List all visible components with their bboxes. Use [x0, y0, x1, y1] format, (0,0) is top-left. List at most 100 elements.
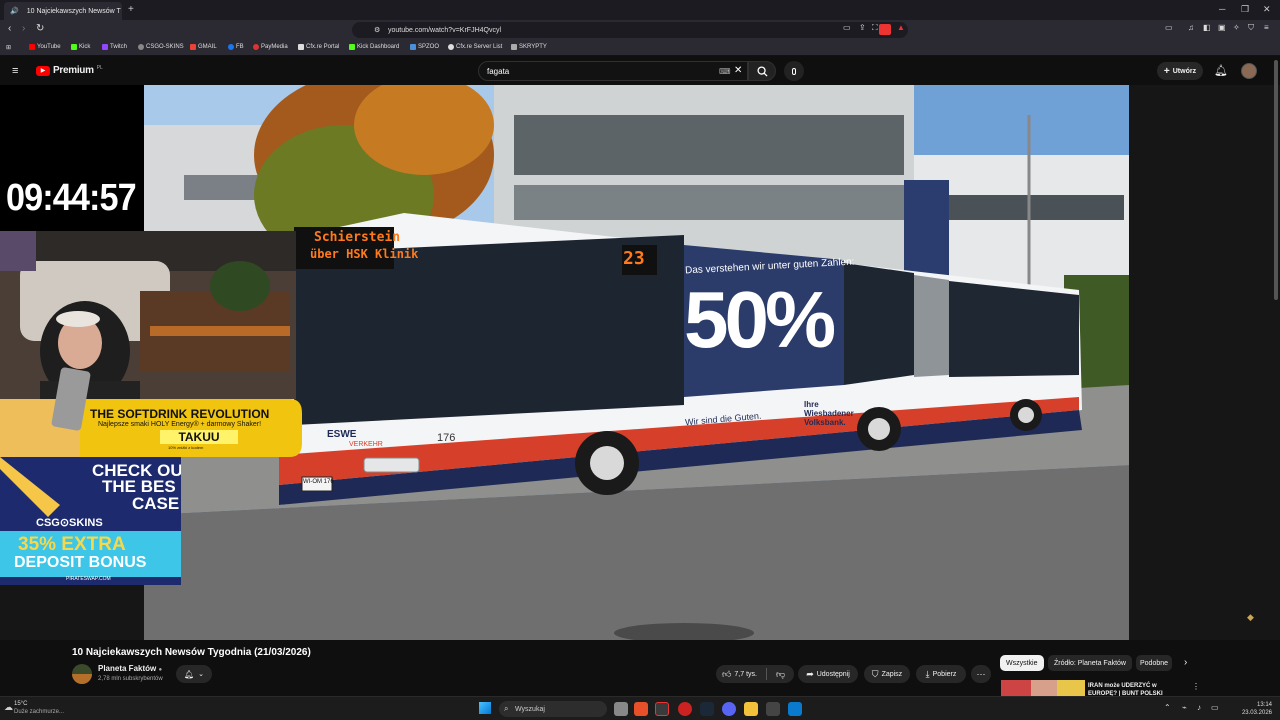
recommendation-thumbnail[interactable] [1001, 680, 1085, 696]
bookmark-kick[interactable]: Kick [71, 44, 90, 50]
bookmark-spzoo[interactable]: SPZOO [410, 44, 439, 50]
apps-icon[interactable]: ⊞ [6, 44, 11, 51]
bookmark-gmail[interactable]: GMAIL [190, 44, 217, 50]
back-icon[interactable]: ‹ [8, 23, 11, 34]
share-button[interactable]: ➦ Udostępnij [798, 665, 858, 683]
logo-text: Premium [53, 65, 94, 76]
search-button[interactable] [748, 61, 776, 81]
ad-title: THE SOFTDRINK REVOLUTION [90, 407, 270, 421]
dislike-button[interactable]: 👎︎ [776, 669, 785, 680]
translate-icon[interactable]: ⛶ [872, 23, 878, 33]
webcam-overlay [0, 231, 296, 399]
clear-search-icon[interactable]: ✕ [734, 65, 742, 76]
audio-icon[interactable]: 🔊 [10, 7, 19, 15]
chip-source[interactable]: Źródło: Planeta Faktów [1048, 655, 1132, 671]
chip-similar[interactable]: Podobne [1136, 655, 1172, 671]
bus-route-number: 23 [623, 248, 645, 269]
windows-start-icon[interactable] [479, 702, 491, 714]
bus-destination-line1: Schierstein [314, 230, 401, 245]
site-info-icon[interactable]: ⚙ [374, 26, 380, 34]
forward-icon[interactable]: › [22, 23, 25, 34]
taskbar-search[interactable]: ⌕ Wyszukaj [499, 701, 607, 717]
reload-icon[interactable]: ↻ [36, 23, 44, 34]
youtube-logo[interactable]: ▶ Premium PL [36, 65, 103, 76]
extension-icon[interactable]: ✧ [1233, 23, 1240, 32]
weather-widget[interactable]: 15°C Duże zachmurze... [14, 700, 64, 716]
panel-icon[interactable]: ◧ [1203, 23, 1211, 32]
watermark-icon: ◆ [1247, 612, 1254, 622]
menu-icon[interactable]: ≡ [1264, 23, 1269, 32]
save-button[interactable]: ⛉ Zapisz [864, 665, 910, 683]
bookmark-cfx-server-list[interactable]: Cfx.re Server List [448, 44, 502, 50]
bus-ad-percent: 50% [684, 275, 836, 364]
bookmark-paymedia[interactable]: PayMedia [253, 44, 288, 50]
keyboard-icon[interactable]: ⌨ [719, 67, 731, 76]
bookmark-cfx-portal[interactable]: Cfx.re Portal [298, 44, 339, 50]
share-icon[interactable]: ⇪ [859, 23, 866, 32]
download-button[interactable]: ⤓ Pobierz [916, 665, 966, 683]
chip-all[interactable]: Wszystkie [1000, 655, 1044, 671]
channel-avatar[interactable] [72, 664, 92, 684]
verified-icon: ● [158, 667, 163, 673]
cast-icon[interactable]: ▭ [843, 23, 851, 32]
steam-icon[interactable] [700, 702, 714, 716]
minimize-icon[interactable]: ─ [1219, 4, 1225, 14]
like-count: 7,7 tys. [734, 670, 757, 678]
vscode-icon[interactable] [788, 702, 802, 716]
bookmark-csgo-skins[interactable]: CSGO-SKINS [138, 44, 184, 50]
wallet-icon[interactable]: ▣ [1218, 23, 1226, 32]
share-label: Udostępnij [816, 670, 850, 678]
channel-name[interactable]: Planeta Faktów ● [98, 664, 162, 673]
notifications-icon[interactable]: 🔔︎ [1214, 64, 1228, 77]
create-button[interactable]: + Utwórz [1157, 62, 1203, 80]
save-label: Zapisz [881, 670, 903, 678]
browser-tab-bar: 🔊 10 Najciekawszych Newsów T ✕ + ─ ❐ ✕ [0, 0, 1280, 20]
search-input[interactable]: fagata ⌨ ✕ [478, 61, 748, 81]
save-icon: ⛉ [871, 668, 879, 679]
bookmark-skrypty[interactable]: SKRYPTY [511, 44, 547, 50]
tray-chevron-icon[interactable]: ⌃ [1164, 703, 1171, 712]
close-window-icon[interactable]: ✕ [1263, 4, 1271, 15]
like-button[interactable]: 👍︎ 7,7 tys. [722, 669, 757, 680]
restore-icon[interactable]: ❐ [1241, 4, 1249, 15]
url-field[interactable]: ⚙ youtube.com/watch?v=KrFJH4Qvcyl [352, 22, 908, 38]
chips-next-icon[interactable]: › [1184, 657, 1187, 668]
discord-icon[interactable] [722, 702, 736, 716]
avatar[interactable] [1241, 63, 1257, 79]
new-tab-icon[interactable]: + [128, 4, 134, 15]
share-icon: ➦ [806, 668, 814, 679]
sidebar-icon[interactable]: ▭ [1165, 23, 1173, 32]
brave-shield-icon[interactable] [879, 24, 891, 35]
voice-search-button[interactable] [784, 61, 804, 81]
rewards-icon[interactable]: ▲ [897, 23, 905, 32]
microphone-icon [792, 67, 796, 75]
tray-mic-icon[interactable]: ♪ [1197, 703, 1201, 712]
tray-network-icon[interactable]: ⌁ [1182, 703, 1187, 712]
page-scrollbar[interactable] [1274, 60, 1278, 300]
system-clock[interactable]: 13:14 23.03.2026 [1226, 701, 1272, 717]
task-view-icon[interactable] [614, 702, 628, 716]
app-icon-red[interactable] [678, 702, 692, 716]
file-explorer-icon[interactable] [744, 702, 758, 716]
browser-tab[interactable]: 🔊 10 Najciekawszych Newsów T ✕ [4, 2, 122, 20]
like-dislike-group: 👍︎ 7,7 tys. 👎︎ [716, 665, 794, 683]
thumbs-up-icon: 👍︎ [722, 668, 732, 679]
weather-desc: Duże zachmurze... [14, 709, 65, 715]
bookmark-fb[interactable]: FB [228, 44, 244, 50]
bookmark-youtube[interactable]: YouTube [29, 44, 61, 50]
recommendation-menu-icon[interactable]: ⋮ [1192, 682, 1200, 691]
bookmark-twitch[interactable]: Twitch [102, 44, 127, 50]
brave-browser-icon[interactable] [634, 702, 648, 716]
xbox-icon[interactable] [655, 702, 669, 716]
more-actions-button[interactable]: ⋯ [971, 665, 991, 683]
promo-code: TAKUU [160, 430, 238, 444]
media-icon[interactable]: ♫ [1188, 23, 1194, 32]
sword-image [0, 457, 60, 517]
bookmark-kick-dashboard[interactable]: Kick Dashboard [349, 44, 399, 50]
tray-display-icon[interactable]: ▭ [1211, 703, 1219, 712]
subscription-bell-button[interactable]: 🔔︎ ⌄ [176, 665, 212, 683]
bookmarks-bar: ⊞ YouTube Kick Twitch CSGO-SKINS GMAIL F… [0, 40, 1280, 56]
hamburger-menu-icon[interactable]: ≡ [12, 65, 18, 77]
vpn-icon[interactable]: ⛉ [1248, 23, 1254, 33]
terminal-icon[interactable] [766, 702, 780, 716]
